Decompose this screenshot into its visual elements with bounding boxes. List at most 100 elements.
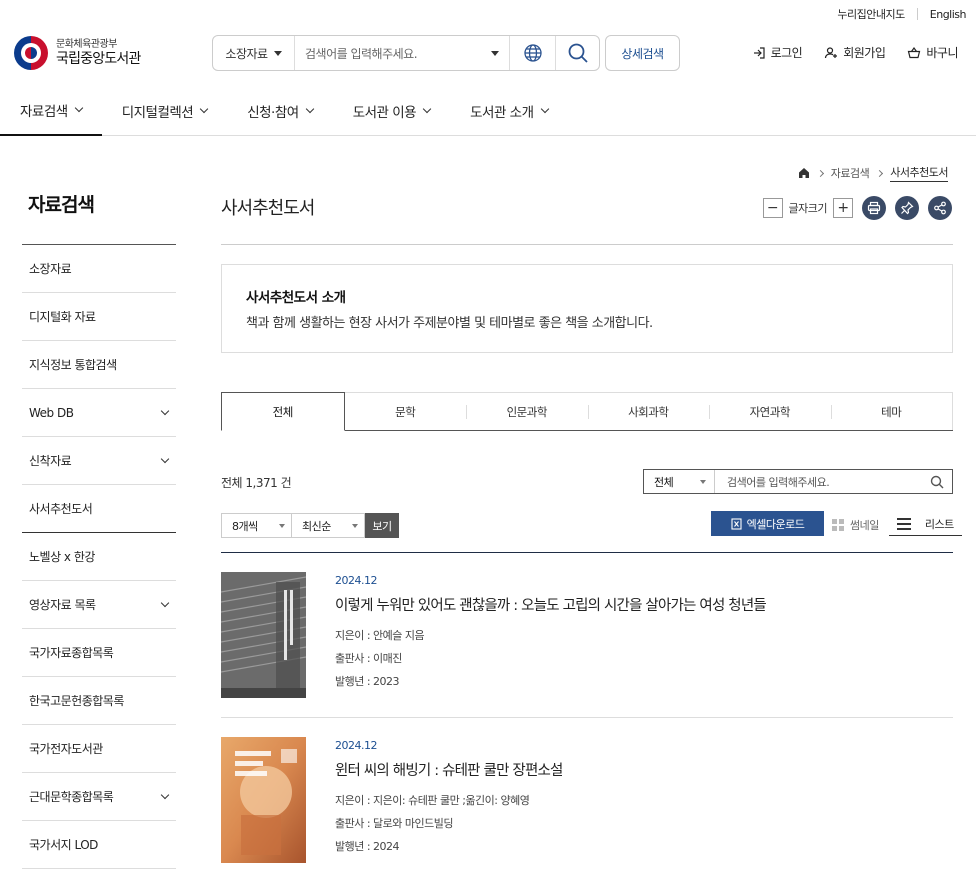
tab-literature[interactable]: 문학 [344,392,466,430]
search-scope-label: 소장자료 [225,46,268,61]
join-label: 회원가입 [843,46,886,60]
view-mode-toggle: 썸네일 리스트 [832,513,962,536]
language-button[interactable] [509,36,555,70]
cart-link[interactable]: 바구니 [907,44,958,61]
book-year: 발행년 : 2023 [335,675,400,688]
chevron-down-icon [305,104,314,114]
thumbnail-view-button[interactable]: 썸네일 [832,513,887,536]
excel-download-button[interactable]: 엑셀다운로드 [711,511,824,536]
book-year: 발행년 : 2024 [335,840,400,853]
user-plus-icon [825,46,838,58]
gnb-item-digital[interactable]: 디지털컬렉션 [102,86,228,136]
list-icon [896,518,911,530]
search-scope-select[interactable]: 소장자료 [213,36,295,70]
dropdown-caret-icon [279,523,285,528]
gnb-item-apply[interactable]: 신청·참여 [227,86,332,136]
tab-natural-science[interactable]: 자연과학 [709,392,831,430]
gnb-item-use[interactable]: 도서관 이용 [333,86,450,136]
excel-download-label: 엑셀다운로드 [746,517,805,531]
chevron-down-icon[interactable] [160,598,170,607]
book-title-link[interactable]: 이렇게 누워만 있어도 괜찮을까 : 오늘도 고립의 시간을 살아가는 여성 청… [335,594,767,615]
gnb-item-about[interactable]: 도서관 소개 [450,86,567,136]
sidebar-item-label: 노벨상 x 한강 [29,550,95,564]
sidebar-item[interactable]: 영상자료 목록 [22,581,176,629]
book-meta: 2024.12 윈터 씨의 해빙기 : 슈테판 쿨만 장편소설 지은이 : 지은… [335,737,563,854]
sidebar-item[interactable]: 신착자료 [22,437,176,485]
list-search-scope-label: 전체 [654,475,674,489]
sidebar-item[interactable]: 국가자료종합목록 [22,629,176,677]
share-button[interactable] [928,196,952,220]
list-controls: 8개씩 최신순 보기 [221,513,399,538]
breadcrumb-current: 사서추천도서 [890,164,948,182]
tab-social-science[interactable]: 사회과학 [587,392,709,430]
home-icon[interactable] [798,167,810,179]
cart-label: 바구니 [926,46,958,60]
intro-box: 사서추천도서 소개 책과 함께 생활하는 현장 사서가 주제분야별 및 테마별로… [221,264,953,353]
list-view-label: 리스트 [924,518,954,531]
chevron-down-icon[interactable] [160,406,170,415]
join-link[interactable]: 회원가입 [824,44,886,61]
gnb-label: 디지털컬렉션 [121,105,194,121]
dropdown-caret-icon [700,479,706,484]
sidebar-item-label: 디지털화 자료 [29,310,96,324]
tab-humanities[interactable]: 인문과학 [466,392,588,430]
breadcrumb-level1[interactable]: 자료검색 [831,165,870,181]
apply-view-button[interactable]: 보기 [365,513,399,538]
sidebar-title: 자료검색 [28,194,95,216]
sitemap-link[interactable]: 누리집안내지도 [825,6,916,22]
chevron-down-icon [540,104,549,114]
sidebar-item[interactable]: 국가서지 LOD [22,821,176,869]
chevron-down-icon[interactable] [160,454,170,463]
sidebar-item-label: Web DB [29,405,74,420]
book-author: 지은이 : 안예슬 지음 [335,629,425,642]
list-search-input[interactable]: 검색어를 입력해주세요. [715,470,952,493]
book-cover-image[interactable] [221,572,306,698]
sidebar-item-label: 국가자료종합목록 [29,646,114,660]
advanced-search-button[interactable]: 상세검색 [605,35,680,71]
font-decrease-button[interactable]: − [762,198,783,218]
pin-button[interactable] [895,196,919,220]
sidebar-item[interactable]: 노벨상 x 한강 [22,533,176,581]
sidebar-item-label: 사서추천도서 [29,502,93,516]
sidebar-item[interactable]: 지식정보 통합검색 [22,341,176,389]
chevron-down-icon[interactable] [160,790,170,799]
tab-all[interactable]: 전체 [221,392,345,431]
list-search-scope-select[interactable]: 전체 [644,470,715,493]
sidebar-item[interactable]: 근대문학종합목록 [22,773,176,821]
dropdown-caret-icon [273,50,282,56]
book-title-link[interactable]: 윈터 씨의 해빙기 : 슈테판 쿨만 장편소설 [335,759,563,780]
gnb-item-search[interactable]: 자료검색 [0,86,102,136]
pin-icon [901,201,914,215]
english-link[interactable]: English [918,8,967,21]
search-button[interactable] [555,36,599,70]
sidebar-item[interactable]: 디지털화 자료 [22,293,176,341]
search-icon[interactable] [930,475,944,489]
page-tools: − 글자크기 + [762,196,952,220]
gnb-label: 도서관 소개 [470,105,534,121]
share-icon [934,201,946,215]
sidebar-item[interactable]: 소장자료 [22,245,176,293]
print-button[interactable] [862,196,886,220]
sidebar-item[interactable]: Web DB [22,389,176,437]
book-publisher: 출판사 : 달로와 마인드빌딩 [335,817,454,830]
chevron-down-icon [422,104,432,114]
list-view-button[interactable]: 리스트 [888,513,962,536]
sidebar-item[interactable]: 한국고문헌종합목록 [22,677,176,725]
sidebar-item-label: 국가서지 LOD [29,838,98,852]
excel-icon [731,517,742,530]
sidebar-item[interactable]: 사서추천도서 [22,485,176,533]
site-logo[interactable]: 문화체육관광부 국립중앙도서관 [14,36,141,70]
sort-select[interactable]: 최신순 [292,513,365,538]
per-page-select[interactable]: 8개씩 [221,513,292,538]
login-link[interactable]: 로그인 [752,44,803,61]
sort-label: 최신순 [302,519,331,533]
search-placeholder: 검색어를 입력해주세요. [305,46,418,61]
book-cover-image[interactable] [221,737,306,863]
per-page-label: 8개씩 [232,519,258,533]
search-input[interactable]: 검색어를 입력해주세요. [295,36,509,70]
font-increase-button[interactable]: + [833,198,853,218]
dropdown-caret-icon[interactable] [491,50,499,56]
sidebar-item[interactable]: 국가전자도서관 [22,725,176,773]
tab-theme[interactable]: 테마 [830,392,953,430]
thumbnail-view-label: 썸네일 [850,518,879,532]
